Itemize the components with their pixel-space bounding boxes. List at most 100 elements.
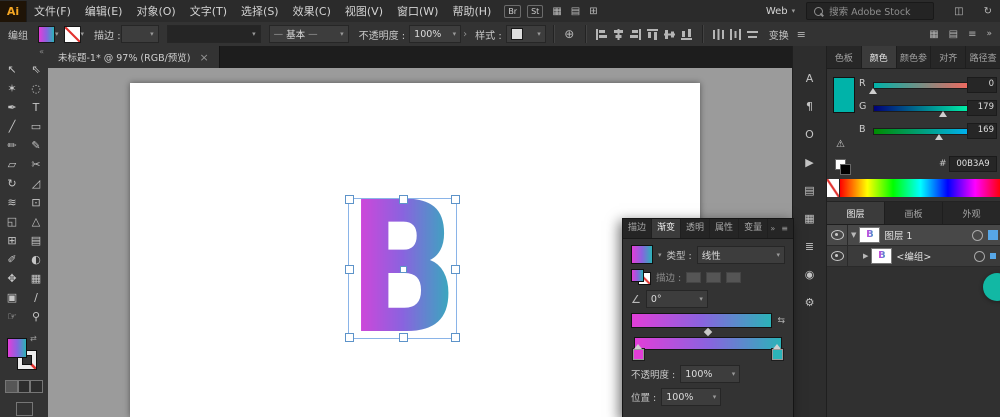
channel-value-field[interactable]: 0 [967,77,997,93]
artboard-tool[interactable]: ▣ [0,288,24,307]
rotate-tool[interactable]: ↻ [0,174,24,193]
collapse-toolbar-icon[interactable]: « [39,47,44,56]
selection-handle[interactable] [398,195,408,204]
swatches-panel-icon[interactable]: ▦ [800,210,820,226]
gradient-stop-start[interactable] [633,344,644,360]
scale-tool[interactable]: ◿ [24,174,48,193]
color-tab-2[interactable]: 颜色参 [897,46,932,68]
slice-tool[interactable]: ∕ [24,288,48,307]
gradient-preview-bar[interactable] [631,313,773,328]
layer-visibility-toggle[interactable] [827,225,848,245]
type-tool[interactable]: T [24,98,48,117]
gradient-tab-2[interactable]: 透明 [681,219,711,238]
color-tab-0[interactable]: 色板 [827,46,862,68]
layer-target-icon[interactable] [974,250,985,262]
selection-handle[interactable] [398,333,408,342]
distribute-horizontal-left-icon[interactable] [710,25,727,43]
opacity-more-icon[interactable]: › [463,29,467,40]
gradient-tab-4[interactable]: 变量 [739,219,769,238]
gpu-performance-icon[interactable]: ◫ [954,6,963,17]
menu-item[interactable]: 文字(T) [183,1,234,22]
free-transform-tool[interactable]: ⊡ [24,193,48,212]
toolbar-fill-swatch[interactable] [7,338,27,358]
paragraph-panel-icon[interactable]: ¶ [800,98,820,114]
menu-item[interactable]: 窗口(W) [390,1,445,22]
paintbrush-tool[interactable]: ✏ [0,136,24,155]
transform-label[interactable]: 变换 [769,27,789,42]
layer-thumbnail[interactable]: B [871,248,893,264]
asset-export-panel-icon[interactable]: ⚙ [800,294,820,310]
zoom-tool[interactable]: ⚲ [24,307,48,326]
line-segment-tool[interactable]: ╱ [0,117,24,136]
actions-panel-icon[interactable]: ▶ [800,154,820,170]
st-badge-icon[interactable]: St [527,4,544,18]
lasso-tool[interactable]: ◌ [24,79,48,98]
channel-value-field[interactable]: 169 [967,123,997,139]
pencil-tool[interactable]: ✎ [24,136,48,155]
gradient-tab-3[interactable]: 属性 [710,219,740,238]
layer-thumbnail[interactable]: B [859,227,881,243]
dock-menu-icon[interactable]: ≡ [968,29,976,40]
document-setup-globe-icon[interactable]: ⊕ [561,25,578,43]
gradient-tool[interactable]: ▤ [24,231,48,250]
channel-slider-thumb[interactable] [935,134,944,140]
layer-name[interactable]: 图层 1 [884,228,972,242]
layer-row[interactable]: ▶ B <编组> [827,246,1000,267]
dock-grid-icon[interactable]: ▦ [929,29,938,40]
menu-item[interactable]: 帮助(H) [445,1,498,22]
selection-bounding-box[interactable]: B [345,177,460,360]
align-right-icon[interactable] [627,25,644,43]
layer-expand-icon[interactable]: ▼ [851,231,856,239]
align-left-icon[interactable] [593,25,610,43]
selection-handle[interactable] [345,264,354,274]
distribute-horizontal-center-icon[interactable] [727,25,744,43]
expand-panel-icon[interactable]: » [770,224,775,233]
swap-fill-stroke-icon[interactable]: ⇄ [30,334,37,343]
channel-slider-thumb[interactable] [869,88,877,94]
selection-handle[interactable] [451,195,460,204]
gradient-stop-end[interactable] [772,344,783,360]
reverse-gradient-icon[interactable]: ⇆ [777,316,785,326]
stroke-caret-icon[interactable]: ▾ [81,30,85,38]
gradient-opacity-dropdown[interactable]: 100% ▾ [680,365,741,383]
layer-selection-indicator[interactable] [990,253,996,259]
draw-behind-button[interactable] [17,380,31,393]
style-dropdown[interactable]: ▾ [505,25,546,43]
align-top-icon[interactable] [644,25,661,43]
br-badge-icon[interactable]: Br [504,4,522,18]
screen-mode-button[interactable] [16,402,33,416]
align-horizontal-center-icon[interactable] [610,25,627,43]
gradient-fill-stroke-toggle[interactable] [631,269,651,285]
rectangle-tool[interactable]: ▭ [24,117,48,136]
touch-workspace-icon[interactable]: ⊞ [589,6,597,17]
menu-item[interactable]: 编辑(E) [78,1,130,22]
none-color-swatch[interactable] [827,179,840,197]
direct-selection-tool[interactable]: ⇖ [24,60,48,79]
object-center-point[interactable] [399,265,407,273]
blend-tool[interactable]: ◐ [24,250,48,269]
channel-slider[interactable] [873,105,975,112]
draw-normal-button[interactable] [5,380,18,393]
artboard[interactable]: B [130,83,700,417]
gradient-tab-0[interactable]: 描边 [623,219,653,238]
layers-tab-0[interactable]: 图层 [827,202,885,224]
selection-handle[interactable] [345,195,354,204]
rainbow-spectrum[interactable] [840,179,1000,197]
menu-item[interactable]: 对象(O) [129,1,182,22]
arrange-documents-icon[interactable]: ▦ [552,6,561,17]
black-white-swatches[interactable] [835,159,851,175]
control-panel-menu-icon[interactable]: ≡ [793,25,810,43]
selection-tool[interactable]: ↖ [0,60,24,79]
symbol-sprayer-tool[interactable]: ✥ [0,269,24,288]
workspace-switcher[interactable]: Web ▾ [766,6,795,17]
selection-handle[interactable] [451,264,460,274]
selection-handle[interactable] [451,333,460,342]
eyedropper-tool[interactable]: ✐ [0,250,24,269]
selection-handle[interactable] [345,333,354,342]
gradient-fill-swatch[interactable] [631,245,653,264]
layers-tab-1[interactable]: 画板 [885,202,943,224]
channel-value-field[interactable]: 179 [967,100,997,116]
gradient-position-dropdown[interactable]: 100% ▾ [661,388,722,406]
distribute-horizontal-right-icon[interactable] [744,25,761,43]
channel-slider[interactable] [873,82,975,89]
